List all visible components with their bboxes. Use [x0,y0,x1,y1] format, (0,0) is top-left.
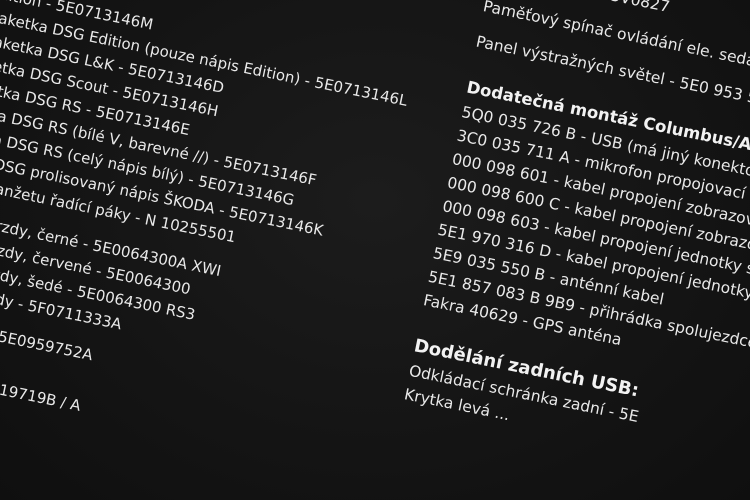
left-parts-column: Edition - 5E0713146M Plaketka DSG Editio… [0,0,414,469]
photo-frame: Edition - 5E0713146M Plaketka DSG Editio… [0,0,750,500]
right-parts-column: mera highline - 3V0827 Paměťový spínač o… [402,0,750,486]
